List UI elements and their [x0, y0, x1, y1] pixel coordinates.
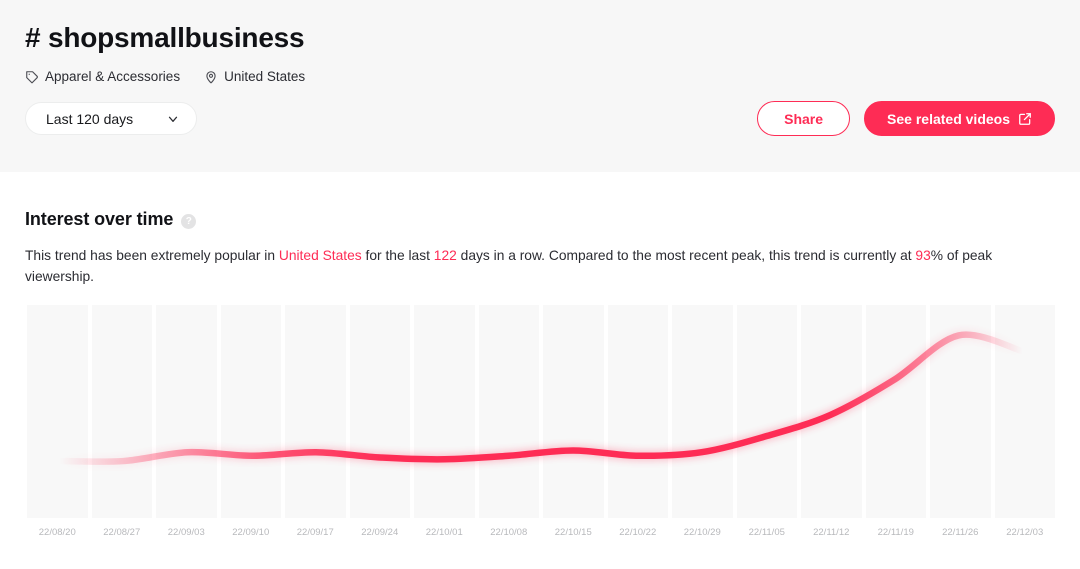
interest-over-time-chart[interactable]: [27, 305, 1055, 518]
external-link-icon: [1018, 112, 1032, 126]
category-label: Apparel & Accessories: [45, 69, 180, 84]
date-range-label: Last 120 days: [46, 111, 133, 127]
desc-days: 122: [434, 248, 457, 263]
share-button-label: Share: [784, 111, 823, 127]
chevron-down-icon: [166, 112, 180, 126]
x-axis-tick: 22/09/10: [221, 527, 282, 538]
see-related-videos-label: See related videos: [887, 111, 1010, 127]
metadata-row: Apparel & Accessories United States: [25, 69, 305, 84]
see-related-videos-button[interactable]: See related videos: [864, 101, 1055, 136]
x-axis-tick: 22/09/03: [156, 527, 217, 538]
region-label: United States: [224, 69, 305, 84]
region-meta: United States: [204, 69, 305, 84]
desc-part-1: This trend has been extremely popular in: [25, 248, 279, 263]
desc-part-2: for the last: [362, 248, 434, 263]
chart-x-axis: 22/08/20 22/08/2722/09/03 22/09/1022/09/17…: [27, 527, 1055, 538]
desc-region: United States: [279, 248, 362, 263]
x-axis-tick: 22/10/29: [672, 527, 733, 538]
x-axis-tick: 22/10/08: [479, 527, 540, 538]
desc-part-3: days in a row. Compared to the most rece…: [457, 248, 916, 263]
hashtag-name: shopsmallbusiness: [48, 22, 304, 53]
page-title: # shopsmallbusiness: [25, 22, 304, 54]
x-axis-tick: 22/11/05: [737, 527, 798, 538]
hashtag-symbol: #: [25, 22, 40, 53]
x-axis-tick: 22/11/19: [866, 527, 927, 538]
share-button[interactable]: Share: [757, 101, 850, 136]
x-axis-tick: 22/10/22: [608, 527, 669, 538]
x-axis-tick: 22/11/26: [930, 527, 991, 538]
x-axis-tick: 22/09/24: [350, 527, 411, 538]
section-header: Interest over time ?: [25, 209, 196, 230]
trend-description: This trend has been extremely popular in…: [25, 245, 1055, 287]
x-axis-tick: 22/10/01: [414, 527, 475, 538]
x-axis-tick: 22/12/03: [995, 527, 1056, 538]
desc-percent: 93: [915, 248, 930, 263]
tag-icon: [25, 70, 39, 84]
section-title: Interest over time: [25, 209, 173, 230]
x-axis-tick: 22/08/27: [92, 527, 153, 538]
chart-line-series: [27, 305, 1055, 518]
x-axis-tick: 22/08/20: [27, 527, 88, 538]
category-meta: Apparel & Accessories: [25, 69, 180, 84]
x-axis-tick: 22/11/12: [801, 527, 862, 538]
x-axis-tick: 22/09/17: [285, 527, 346, 538]
x-axis-tick: 22/10/15: [543, 527, 604, 538]
date-range-dropdown[interactable]: Last 120 days: [25, 102, 197, 135]
page-header: # shopsmallbusiness Apparel & Accessorie…: [0, 0, 1080, 172]
header-actions: Share See related videos: [757, 101, 1055, 136]
help-icon[interactable]: ?: [181, 214, 196, 229]
location-pin-icon: [204, 70, 218, 84]
